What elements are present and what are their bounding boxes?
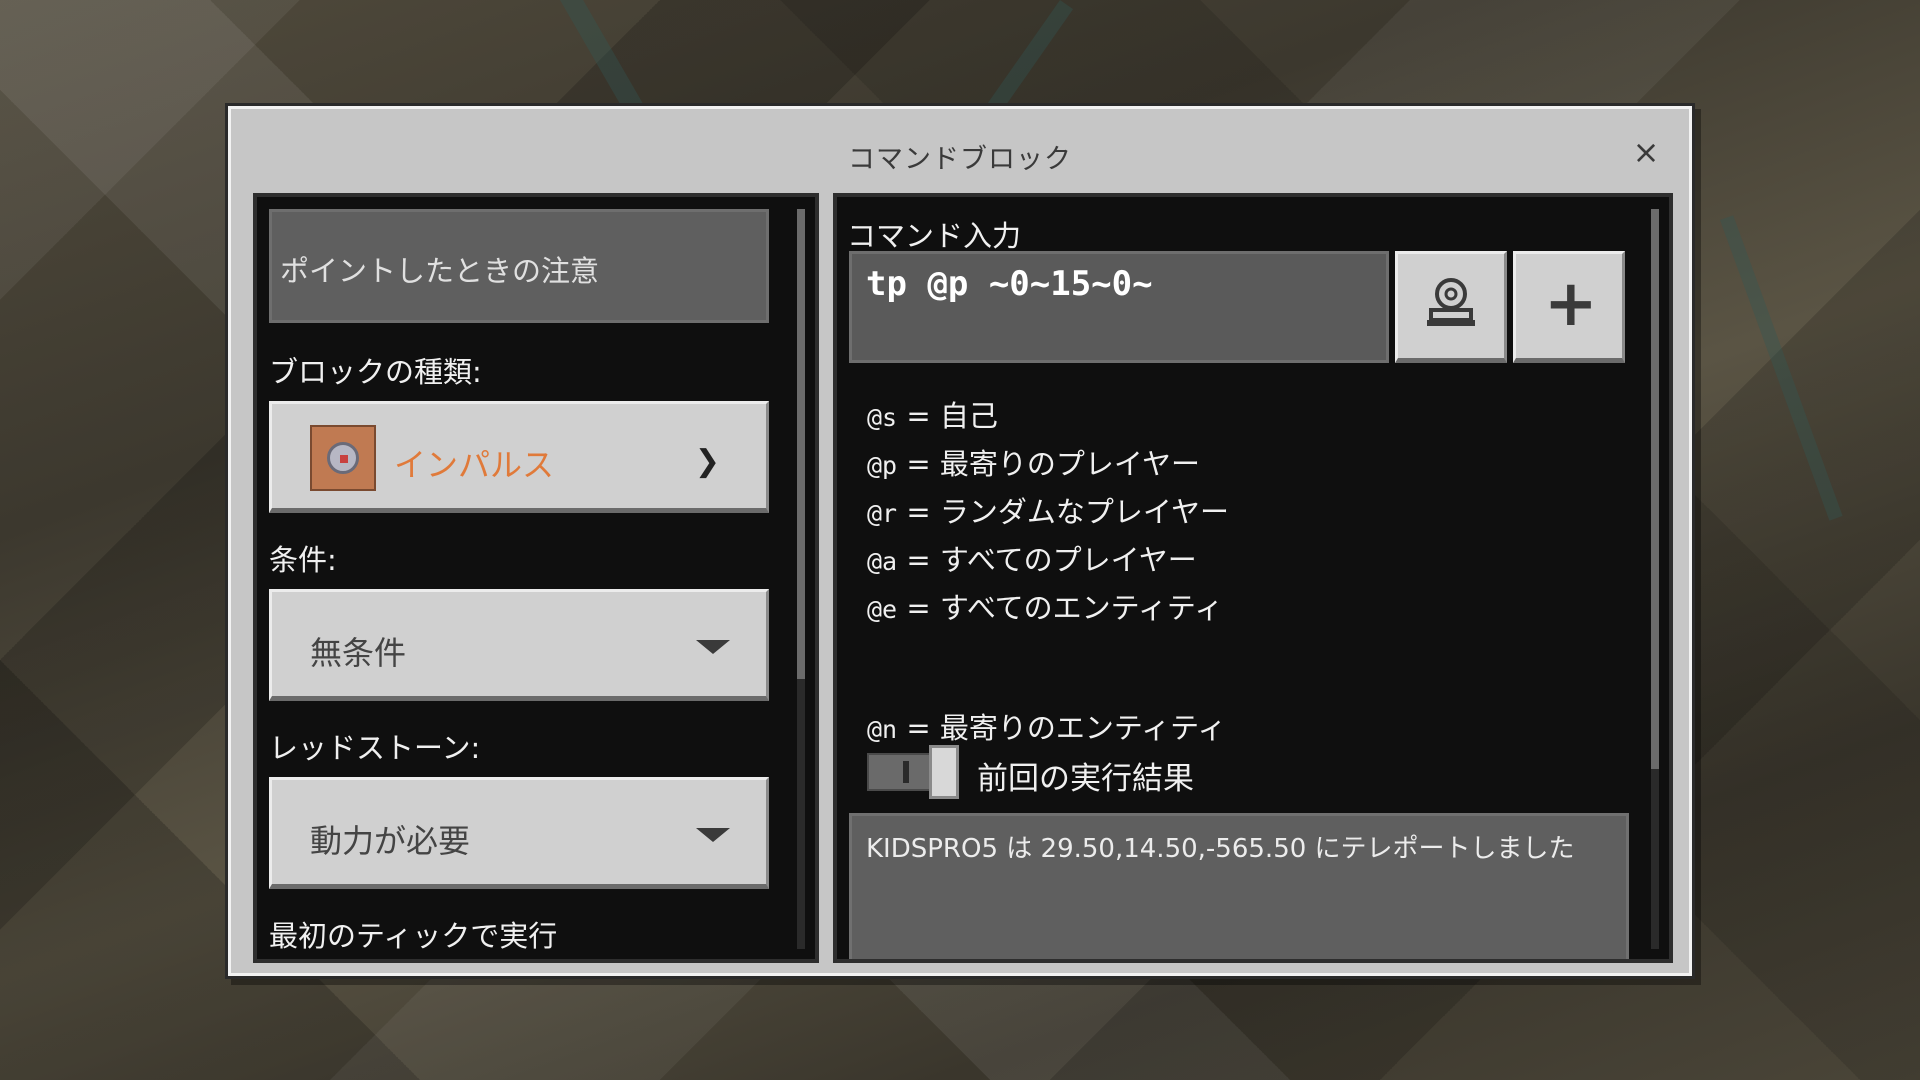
block-type-selector[interactable]: インパルス ❯	[269, 401, 769, 513]
equals-sign: =	[906, 591, 931, 625]
toggle-on-mark	[903, 761, 909, 783]
condition-value: 無条件	[310, 634, 407, 672]
right-scrollbar-thumb[interactable]	[1651, 209, 1659, 769]
block-icon-dot	[340, 455, 348, 463]
selector-help-random-player: @r = ランダムなプレイヤー	[867, 489, 1229, 531]
left-scrollbar[interactable]	[797, 209, 805, 949]
block-type-value: インパルス	[394, 446, 555, 484]
selector-key: @a	[867, 547, 898, 576]
hover-note-input[interactable]: ポイントしたときの注意	[269, 209, 769, 323]
selector-icon	[1427, 278, 1475, 326]
selector-desc: 自己	[939, 399, 998, 433]
block-settings-panel: ポイントしたときの注意 ブロックの種類: インパルス ❯ 条件: 無条件 レッド…	[253, 193, 819, 963]
background-streak	[1720, 215, 1843, 521]
left-scrollbar-thumb[interactable]	[797, 209, 805, 679]
block-type-label: ブロックの種類:	[269, 355, 482, 389]
condition-dropdown[interactable]: 無条件	[269, 589, 769, 701]
redstone-value: 動力が必要	[310, 822, 471, 860]
command-input[interactable]: tp @p ~0~15~0~	[849, 251, 1389, 363]
equals-sign: =	[906, 447, 931, 481]
impulse-command-block-icon	[310, 425, 376, 491]
previous-output-toggle[interactable]	[867, 745, 963, 799]
selector-button[interactable]	[1395, 251, 1507, 363]
selector-help-nearest-entity: @n = 最寄りのエンティティ	[867, 705, 1226, 747]
selector-help-self: @s = 自己	[867, 393, 998, 435]
toggle-knob[interactable]	[929, 745, 959, 799]
previous-output-text: KIDSPRO5 は 29.50,14.50,-565.50 にテレポートしまし…	[849, 813, 1629, 959]
close-icon[interactable]: ×	[1631, 136, 1661, 168]
selector-desc: 最寄りのプレイヤー	[939, 447, 1200, 481]
equals-sign: =	[906, 711, 931, 745]
selector-desc: ランダムなプレイヤー	[939, 495, 1229, 529]
command-block-dialog: コマンドブロック × ポイントしたときの注意 ブロックの種類: インパルス ❯ …	[228, 106, 1692, 976]
toggle-track	[867, 753, 931, 791]
chevron-right-icon: ❯	[694, 444, 720, 479]
dialog-title: コマンドブロック	[848, 144, 1072, 175]
plus-icon: +	[1544, 267, 1598, 341]
chevron-down-icon	[696, 828, 730, 842]
selector-key: @r	[867, 499, 898, 528]
right-scrollbar[interactable]	[1651, 209, 1659, 949]
first-tick-label: 最初のティックで実行	[269, 919, 558, 953]
command-input-label: コマンド入力	[847, 219, 1022, 253]
selector-key: @s	[867, 403, 898, 432]
selector-key: @p	[867, 451, 898, 480]
condition-label: 条件:	[269, 543, 337, 577]
chevron-down-icon	[696, 640, 730, 654]
redstone-label: レッドストーン:	[269, 731, 481, 765]
previous-output-label: 前回の実行結果	[977, 761, 1194, 797]
block-settings-content: ポイントしたときの注意 ブロックの種類: インパルス ❯ 条件: 無条件 レッド…	[269, 209, 769, 955]
redstone-dropdown[interactable]: 動力が必要	[269, 777, 769, 889]
add-button[interactable]: +	[1513, 251, 1625, 363]
equals-sign: =	[906, 495, 931, 529]
selector-desc: すべてのプレイヤー	[939, 543, 1197, 577]
equals-sign: =	[906, 543, 931, 577]
selector-help-nearest-player: @p = 最寄りのプレイヤー	[867, 441, 1200, 483]
selector-key: @n	[867, 715, 898, 744]
selector-desc: 最寄りのエンティティ	[939, 711, 1227, 745]
selector-help-all-players: @a = すべてのプレイヤー	[867, 537, 1197, 579]
equals-sign: =	[906, 399, 931, 433]
command-panel: コマンド入力 tp @p ~0~15~0~ + @s = 自己 @p = 最寄り…	[833, 193, 1673, 963]
selector-help-all-entities: @e = すべてのエンティティ	[867, 585, 1223, 627]
selector-key: @e	[867, 595, 898, 624]
selector-desc: すべてのエンティティ	[939, 591, 1224, 625]
